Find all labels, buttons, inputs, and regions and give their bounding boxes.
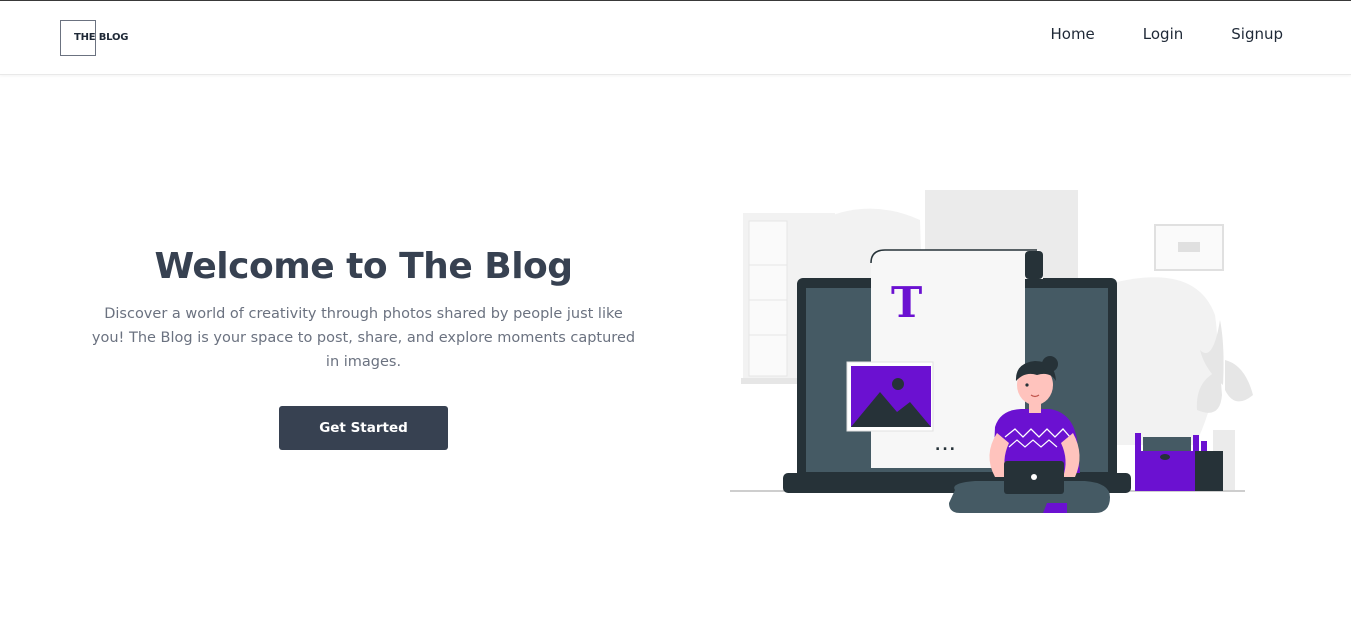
site-logo[interactable]: THE BLOG — [60, 20, 130, 56]
image-card-icon — [846, 361, 934, 432]
document-dots: ... — [935, 438, 957, 454]
hero-illustration: T ... — [730, 190, 1253, 513]
hero-description: Discover a world of creativity through p… — [91, 306, 636, 370]
logo-text: THE BLOG — [74, 32, 129, 43]
get-started-button[interactable]: Get Started — [279, 406, 448, 450]
hero-title: Welcome to The Blog — [154, 246, 573, 287]
hero-text: Welcome to The Blog Discover a world of … — [80, 244, 647, 374]
nav-links: Home Login Signup — [1002, 25, 1283, 43]
nav-login-link[interactable]: Login — [1143, 25, 1183, 43]
nav-home-link[interactable]: Home — [1050, 25, 1094, 43]
navbar: THE BLOG Home Login Signup — [0, 1, 1351, 75]
nav-signup-link[interactable]: Signup — [1231, 25, 1283, 43]
wall-frame-icon — [1154, 224, 1224, 271]
document-letter: T — [891, 278, 922, 327]
file-box-icon — [1135, 433, 1223, 491]
